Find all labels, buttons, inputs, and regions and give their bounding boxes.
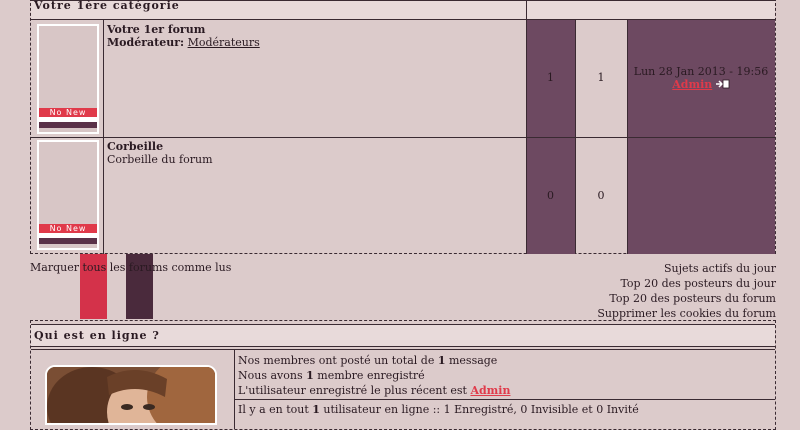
top-posters-day-link[interactable]: Top 20 des posteurs du jour xyxy=(620,277,776,290)
online-title: Qui est en ligne ? xyxy=(34,329,160,342)
forum-status-icon[interactable]: No New xyxy=(37,24,99,134)
active-topics-link[interactable]: Sujets actifs du jour xyxy=(664,262,776,275)
online-stats: Nos membres ont posté un total de 1 mess… xyxy=(238,354,511,397)
delete-cookies-link[interactable]: Supprimer les cookies du forum xyxy=(597,307,776,320)
avatar xyxy=(45,365,217,425)
forum-status-icon[interactable]: No New xyxy=(37,140,99,250)
last-post-author-link[interactable]: Admin xyxy=(672,78,712,91)
category-title[interactable]: Votre 1ère catégorie xyxy=(34,0,180,12)
forum-description: Corbeille du forum xyxy=(107,153,213,166)
forum-title-link[interactable]: Corbeille xyxy=(107,140,507,153)
moderator-label: Modérateur: xyxy=(107,36,185,49)
no-new-label: No New xyxy=(39,108,97,117)
forum-1-lastpost: Lun 28 Jan 2013 - 19:56 Admin xyxy=(627,65,775,92)
mark-forums-read-link[interactable]: Marquer tous les forums comme lus xyxy=(30,261,231,274)
top-posters-forum-link[interactable]: Top 20 des posteurs du forum xyxy=(609,292,776,305)
moderator-link[interactable]: Modérateurs xyxy=(188,36,260,49)
online-users: Il y a en tout 1 utilisateur en ligne ::… xyxy=(238,403,639,416)
newest-user-link[interactable]: Admin xyxy=(470,384,510,397)
forum-title-link[interactable]: Votre 1er forum xyxy=(107,23,507,36)
no-new-label: No New xyxy=(39,224,97,233)
arrow-doc-icon[interactable] xyxy=(715,79,730,92)
category-header: Votre 1ère catégorie xyxy=(31,0,775,20)
last-post-date: Lun 28 Jan 2013 - 19:56 xyxy=(633,65,769,78)
right-links: Sujets actifs du jour Top 20 des posteur… xyxy=(476,261,776,321)
online-header: Qui est en ligne ? xyxy=(31,324,775,347)
forum-row-1-info: Votre 1er forum Modérateur: Modérateurs xyxy=(107,23,507,49)
forum-row-2-info: Corbeille Corbeille du forum xyxy=(107,140,507,166)
